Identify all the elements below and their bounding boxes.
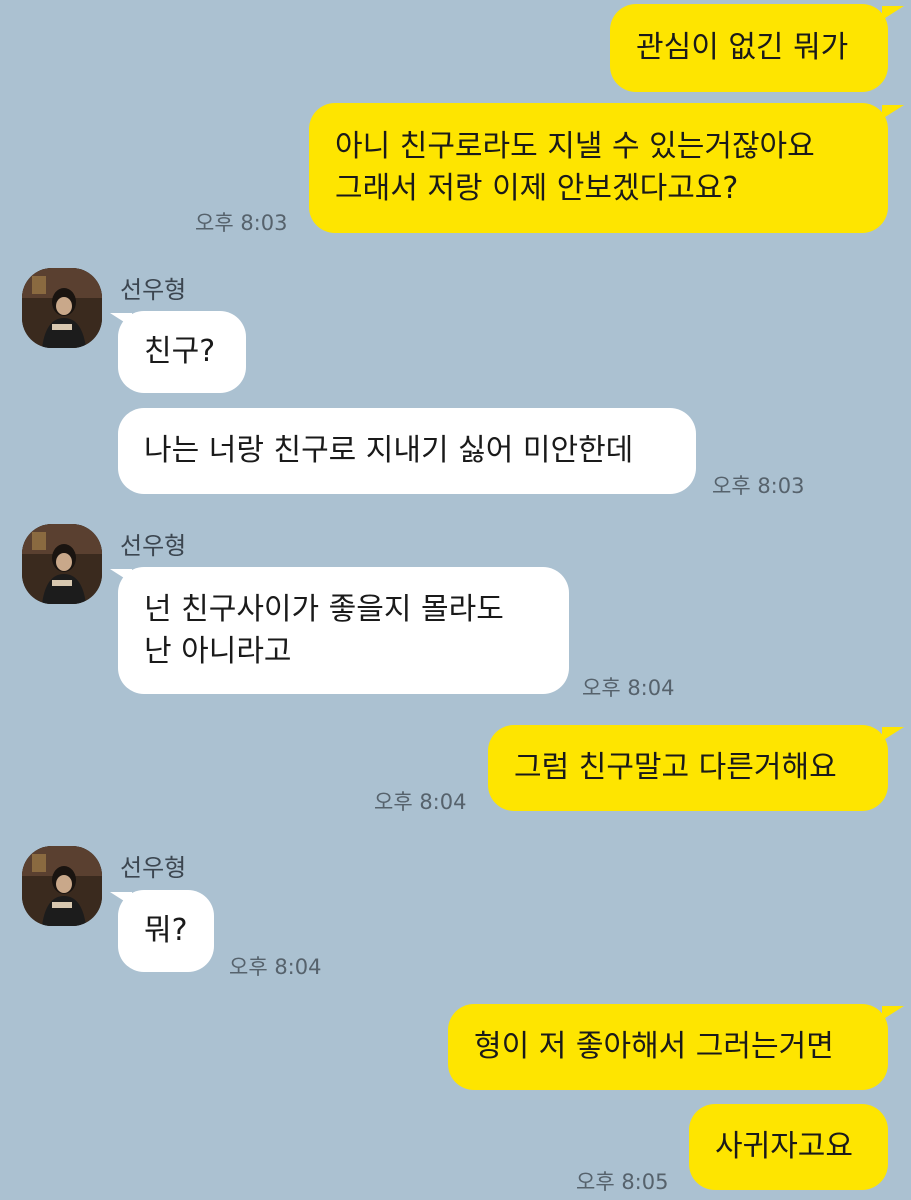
message-timestamp: 오후 8:04 bbox=[374, 790, 467, 814]
their-message-bubble[interactable]: 친구? bbox=[118, 311, 246, 393]
my-message-bubble[interactable]: 그럼 친구말고 다른거해요 bbox=[488, 725, 888, 811]
contact-avatar[interactable] bbox=[22, 524, 102, 604]
message-text: 그럼 친구말고 다른거해요 bbox=[514, 750, 837, 785]
message-timestamp: 오후 8:05 bbox=[576, 1170, 669, 1194]
message-text: 뭐? bbox=[144, 913, 188, 948]
contact-avatar[interactable] bbox=[22, 846, 102, 926]
sender-name: 선우형 bbox=[120, 854, 187, 882]
message-timestamp: 오후 8:03 bbox=[712, 474, 805, 498]
message-timestamp: 오후 8:04 bbox=[229, 955, 322, 979]
bubble-tail bbox=[110, 313, 132, 327]
message-text: 사귀자고요 bbox=[715, 1129, 853, 1164]
avatar-photo bbox=[22, 524, 102, 604]
message-text: 그래서 저랑 이제 안보겠다고요? bbox=[335, 171, 739, 206]
their-message-bubble[interactable]: 뭐? bbox=[118, 890, 214, 972]
avatar-photo bbox=[22, 268, 102, 348]
message-text: 넌 친구사이가 좋을지 몰라도 bbox=[144, 591, 504, 627]
bubble-tail bbox=[882, 1006, 904, 1020]
bubble-tail bbox=[882, 105, 904, 119]
bubble-tail bbox=[110, 569, 132, 583]
chat-area[interactable]: 관심이 없긴 뭐가 아니 친구로라도 지낼 수 있는거잖아요 그래서 저랑 이제… bbox=[0, 0, 911, 1200]
message-timestamp: 오후 8:03 bbox=[195, 211, 288, 235]
message-text: 관심이 없긴 뭐가 bbox=[636, 30, 849, 65]
sender-name: 선우형 bbox=[120, 532, 187, 560]
bubble-tail bbox=[110, 892, 132, 906]
their-message-bubble[interactable]: 나는 너랑 친구로 지내기 싫어 미안한데 bbox=[118, 408, 696, 494]
my-message-bubble[interactable]: 관심이 없긴 뭐가 bbox=[610, 4, 888, 92]
my-message-bubble[interactable]: 사귀자고요 bbox=[689, 1104, 888, 1190]
message-timestamp: 오후 8:04 bbox=[582, 676, 675, 700]
avatar-photo bbox=[22, 846, 102, 926]
my-message-bubble[interactable]: 형이 저 좋아해서 그러는거면 bbox=[448, 1004, 888, 1090]
contact-avatar[interactable] bbox=[22, 268, 102, 348]
message-text: 아니 친구로라도 지낼 수 있는거잖아요 bbox=[335, 129, 815, 164]
sender-name: 선우형 bbox=[120, 276, 187, 304]
message-text: 난 아니라고 bbox=[144, 633, 292, 669]
my-message-bubble[interactable]: 아니 친구로라도 지낼 수 있는거잖아요 그래서 저랑 이제 안보겠다고요? bbox=[309, 103, 888, 233]
message-text: 친구? bbox=[144, 334, 216, 369]
their-message-bubble[interactable]: 넌 친구사이가 좋을지 몰라도 난 아니라고 bbox=[118, 567, 569, 694]
message-text: 형이 저 좋아해서 그러는거면 bbox=[474, 1029, 834, 1064]
bubble-tail bbox=[882, 727, 904, 741]
bubble-tail bbox=[882, 6, 904, 20]
message-text: 나는 너랑 친구로 지내기 싫어 미안한데 bbox=[144, 433, 634, 468]
